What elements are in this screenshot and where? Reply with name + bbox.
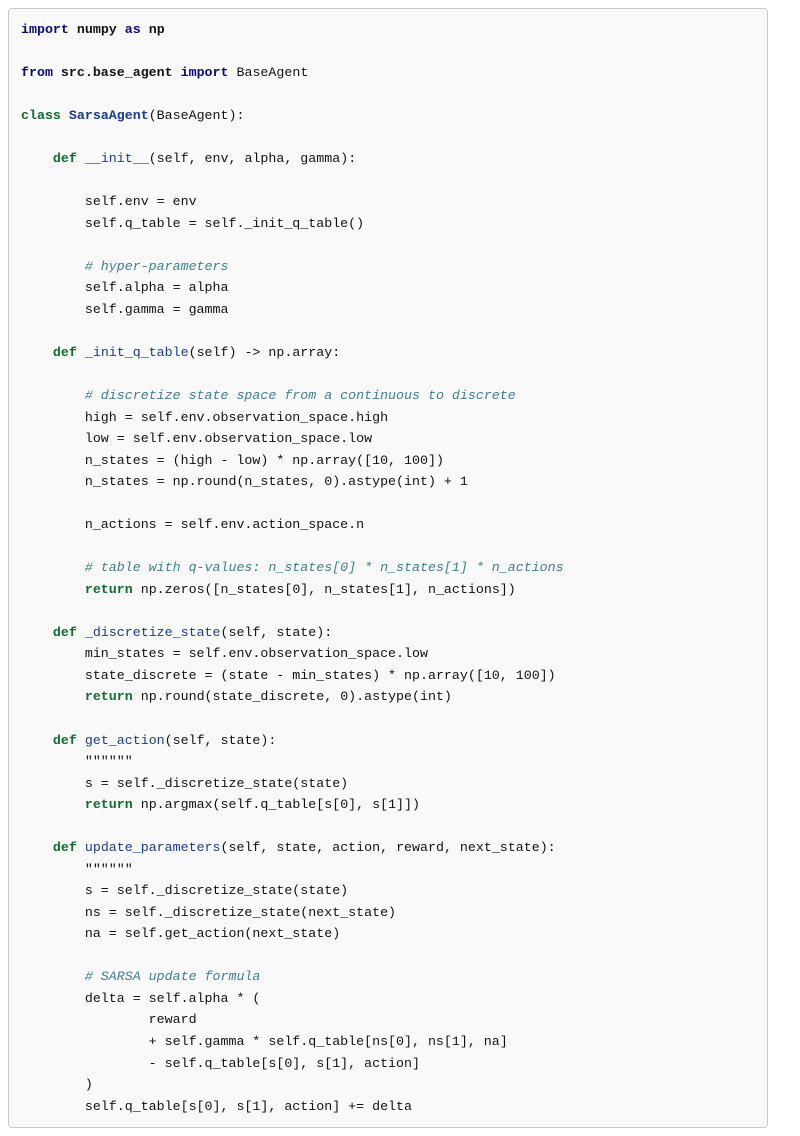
keyword-return: return — [85, 689, 133, 704]
keyword-def: def — [53, 625, 77, 640]
keyword-def: def — [53, 733, 77, 748]
code-line: min_states = self.env.observation_space.… — [85, 646, 428, 661]
keyword-import: import — [181, 65, 229, 80]
code-line: s = self._discretize_state(state) — [85, 883, 348, 898]
params: (self, state, action, reward, next_state… — [221, 840, 556, 855]
code-line: self.gamma = gamma — [85, 302, 229, 317]
module-numpy: numpy — [77, 22, 117, 37]
params: (self, state): — [165, 733, 277, 748]
comment: # discretize state space from a continuo… — [85, 388, 516, 403]
params: (self) -> np.array: — [189, 345, 341, 360]
comment: # hyper-parameters — [85, 259, 229, 274]
code-line: np.round(state_discrete, 0).astype(int) — [141, 689, 452, 704]
code-line: high = self.env.observation_space.high — [85, 410, 388, 425]
params: (self, state): — [221, 625, 333, 640]
imported-name: BaseAgent — [236, 65, 308, 80]
class-bases: (BaseAgent): — [149, 108, 245, 123]
method-get-action: get_action — [85, 733, 165, 748]
code-line: np.zeros([n_states[0], n_states[1], n_ac… — [141, 582, 516, 597]
method-discretize-state: _discretize_state — [85, 625, 221, 640]
code-line: n_states = (high - low) * np.array([10, … — [85, 453, 444, 468]
code-block: import numpy as np from src.base_agent i… — [8, 8, 768, 1128]
code-line: n_actions = self.env.action_space.n — [85, 517, 364, 532]
comment: # SARSA update formula — [85, 969, 261, 984]
code-line: self.q_table[s[0], s[1], action] += delt… — [85, 1099, 412, 1114]
keyword-def: def — [53, 151, 77, 166]
code-line: self.q_table = self._init_q_table() — [85, 216, 364, 231]
method-update-parameters: update_parameters — [85, 840, 221, 855]
keyword-import: import — [21, 22, 69, 37]
code-line: n_states = np.round(n_states, 0).astype(… — [85, 474, 468, 489]
method-init-q-table: _init_q_table — [85, 345, 189, 360]
code-line: - self.q_table[s[0], s[1], action] — [149, 1056, 420, 1071]
code-line: state_discrete = (state - min_states) * … — [85, 668, 556, 683]
docstring: """""" — [85, 754, 133, 769]
method-init: __init__ — [85, 151, 149, 166]
code-line: self.alpha = alpha — [85, 280, 229, 295]
keyword-def: def — [53, 840, 77, 855]
code-line: na = self.get_action(next_state) — [85, 926, 340, 941]
code-line: ) — [85, 1077, 93, 1092]
keyword-return: return — [85, 582, 133, 597]
comment: # table with q-values: n_states[0] * n_s… — [85, 560, 564, 575]
code-line: s = self._discretize_state(state) — [85, 776, 348, 791]
code-line: reward — [149, 1012, 197, 1027]
keyword-return: return — [85, 797, 133, 812]
alias-np: np — [149, 22, 165, 37]
code-line: ns = self._discretize_state(next_state) — [85, 905, 396, 920]
code-content: import numpy as np from src.base_agent i… — [21, 19, 755, 1117]
module-path: src.base_agent — [61, 65, 173, 80]
code-line: low = self.env.observation_space.low — [85, 431, 372, 446]
code-line: + self.gamma * self.q_table[ns[0], ns[1]… — [149, 1034, 508, 1049]
code-line: np.argmax(self.q_table[s[0], s[1]]) — [141, 797, 420, 812]
class-name: SarsaAgent — [69, 108, 149, 123]
docstring: """""" — [85, 862, 133, 877]
code-line: self.env = env — [85, 194, 197, 209]
code-line: delta = self.alpha * ( — [85, 991, 261, 1006]
keyword-class: class — [21, 108, 61, 123]
params: (self, env, alpha, gamma): — [149, 151, 356, 166]
keyword-def: def — [53, 345, 77, 360]
keyword-as: as — [125, 22, 141, 37]
keyword-from: from — [21, 65, 53, 80]
